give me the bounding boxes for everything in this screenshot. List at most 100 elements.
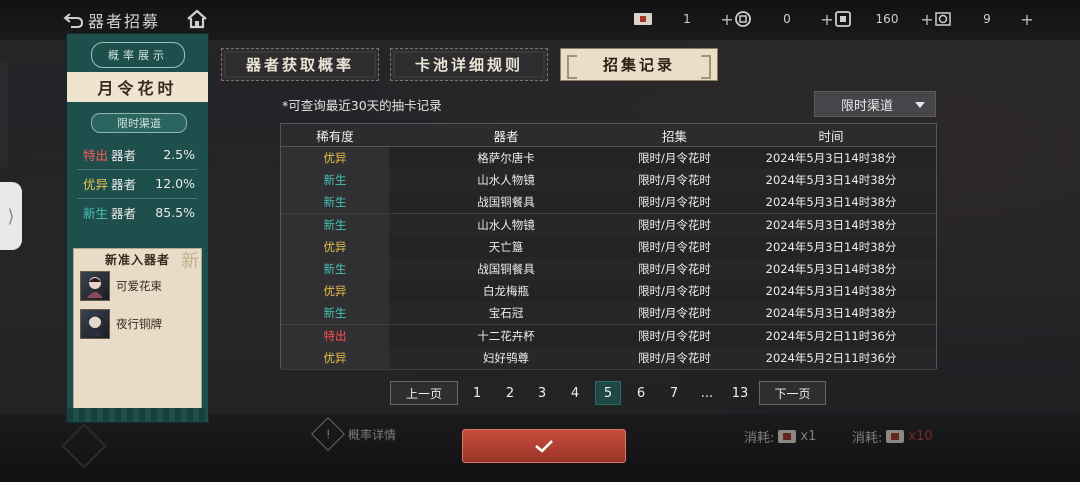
cell-time: 2024年5月3日14时38分 xyxy=(726,191,936,214)
rate-percent: 2.5% xyxy=(163,146,195,162)
cell-name: 山水人物镜 xyxy=(389,213,623,236)
cell-name: 宝石冠 xyxy=(389,302,623,325)
page-3[interactable]: 3 xyxy=(529,381,555,405)
cell-pool: 限时/月令花时 xyxy=(623,235,726,258)
table-row: 新生 战国铜餐具 限时/月令花时 2024年5月3日14时38分 xyxy=(281,191,936,215)
page-5-current[interactable]: 5 xyxy=(595,381,621,405)
page-4[interactable]: 4 xyxy=(562,381,588,405)
rate-percent: 12.0% xyxy=(155,175,195,191)
rate-kind: 器者 xyxy=(111,147,137,163)
envelope-icon xyxy=(886,430,905,443)
rate-row-excellent: 优异 器者 12.0% xyxy=(83,174,195,192)
cell-pool: 限时/月令花时 xyxy=(623,169,726,192)
ticket-icon xyxy=(832,10,854,28)
table-row: 新生 战国铜餐具 限时/月令花时 2024年5月3日14时38分 xyxy=(281,258,936,281)
resource-gem: 9 + xyxy=(932,8,1034,30)
cell-name: 妇好鸮尊 xyxy=(389,346,623,369)
confirm-button[interactable] xyxy=(462,429,626,463)
cell-time: 2024年5月3日14时38分 xyxy=(726,147,936,169)
cost-amount: x1 xyxy=(800,429,817,444)
rate-row-special: 特出 器者 2.5% xyxy=(83,145,195,163)
new-entry-item[interactable]: 夜行铜牌 xyxy=(80,309,194,339)
divider xyxy=(77,198,197,199)
back-button[interactable]: 器者招募 xyxy=(62,8,160,32)
cell-rarity: 特出 xyxy=(281,324,389,347)
table-row: 特出 十二花卉杯 限时/月令花时 2024年5月2日11时36分 xyxy=(281,324,936,348)
cell-time: 2024年5月3日14时38分 xyxy=(726,169,936,192)
side-expand-tab[interactable]: ⟩ xyxy=(0,182,22,250)
cell-time: 2024年5月2日11时36分 xyxy=(726,324,936,347)
new-entry-name: 夜行铜牌 xyxy=(116,317,162,331)
probability-detail-button[interactable]: ! 概率详情 xyxy=(311,417,396,451)
table-row: 优异 白龙梅瓶 限时/月令花时 2024年5月3日14时38分 xyxy=(281,280,936,304)
rate-tier: 新生 xyxy=(83,205,109,221)
checkmark-icon xyxy=(535,440,553,453)
cell-time: 2024年5月3日14时38分 xyxy=(726,213,936,236)
table-row: 优异 格萨尔唐卡 限时/月令花时 2024年5月3日14时38分 xyxy=(281,147,936,170)
resource-envelope: 1 + xyxy=(632,8,734,30)
table-row: 新生 山水人物镜 限时/月令花时 2024年5月3日14时38分 xyxy=(281,213,936,237)
coin-icon xyxy=(732,10,754,28)
rate-percent: 85.5% xyxy=(155,204,195,220)
character-avatar xyxy=(80,271,110,301)
cell-rarity: 新生 xyxy=(281,302,389,325)
new-entries-section: 新准入器者 新 可爱花束 夜行铜牌 xyxy=(73,248,202,412)
table-row: 新生 宝石冠 限时/月令花时 2024年5月3日14时38分 xyxy=(281,302,936,326)
resource-ticket: 160 + xyxy=(832,8,934,30)
header-pool: 招集 xyxy=(661,128,687,144)
rate-row-novice: 新生 器者 85.5% xyxy=(83,203,195,221)
new-entry-item[interactable]: 可爱花束 xyxy=(80,271,194,301)
cell-pool: 限时/月令花时 xyxy=(623,302,726,325)
cell-time: 2024年5月3日14时38分 xyxy=(726,235,936,258)
page-1[interactable]: 1 xyxy=(464,381,490,405)
cost-amount: x10 xyxy=(908,429,933,444)
header-rarity: 稀有度 xyxy=(316,128,354,144)
cell-rarity: 新生 xyxy=(281,169,389,192)
cell-time: 2024年5月3日14时38分 xyxy=(726,258,936,280)
home-icon[interactable] xyxy=(186,9,208,29)
cell-name: 白龙梅瓶 xyxy=(389,280,623,303)
cell-rarity: 新生 xyxy=(281,213,389,236)
dropdown-value: 限时渠道 xyxy=(841,98,894,114)
cell-time: 2024年5月2日11时36分 xyxy=(726,346,936,369)
side-handle[interactable] xyxy=(0,60,8,168)
cell-pool: 限时/月令花时 xyxy=(623,258,726,280)
envelope-icon xyxy=(778,430,797,443)
cell-name: 战国铜餐具 xyxy=(389,191,623,214)
page-13[interactable]: 13 xyxy=(727,381,753,405)
cell-name: 格萨尔唐卡 xyxy=(389,147,623,169)
tab-probability[interactable]: 器者获取概率 xyxy=(221,48,379,81)
rate-kind: 器者 xyxy=(111,176,137,192)
page-6[interactable]: 6 xyxy=(628,381,654,405)
resource-value: 9 xyxy=(983,12,991,26)
cost-label: 消耗: xyxy=(744,431,775,446)
cell-rarity: 优异 xyxy=(281,280,389,303)
cell-rarity: 新生 xyxy=(281,191,389,214)
cell-pool: 限时/月令花时 xyxy=(623,147,726,169)
channel-filter-dropdown[interactable]: 限时渠道 xyxy=(814,91,936,117)
pool-name: 月令花时 xyxy=(67,72,208,102)
table-row: 优异 天亡簋 限时/月令花时 2024年5月3日14时38分 xyxy=(281,235,936,259)
envelope-icon xyxy=(632,10,654,28)
cell-rarity: 优异 xyxy=(281,235,389,258)
cell-pool: 限时/月令花时 xyxy=(623,191,726,214)
cell-pool: 限时/月令花时 xyxy=(623,346,726,369)
prev-page-button[interactable]: 上一页 xyxy=(390,381,458,405)
cell-time: 2024年5月3日14时38分 xyxy=(726,302,936,325)
tab-rules[interactable]: 卡池详细规则 xyxy=(390,48,548,81)
header-time: 时间 xyxy=(818,128,844,144)
page-2[interactable]: 2 xyxy=(497,381,523,405)
tab-records[interactable]: 招集记录 xyxy=(560,48,718,81)
new-entry-name: 可爱花束 xyxy=(116,279,162,293)
probability-panel: 概率展示 月令花时 限时渠道 特出 器者 2.5% 优异 器者 12.0% 新生… xyxy=(66,33,209,423)
cell-rarity: 优异 xyxy=(281,346,389,369)
resource-coin: 0 + xyxy=(732,8,834,30)
table-row: 新生 山水人物镜 限时/月令花时 2024年5月3日14时38分 xyxy=(281,169,936,193)
resource-value: 1 xyxy=(683,12,691,26)
resource-value: 160 xyxy=(875,12,899,26)
add-resource-button[interactable]: + xyxy=(1020,10,1034,29)
page-ellipsis: ... xyxy=(700,385,714,401)
next-page-button[interactable]: 下一页 xyxy=(759,381,826,405)
page-7[interactable]: 7 xyxy=(661,381,687,405)
chevron-down-icon xyxy=(915,102,925,108)
